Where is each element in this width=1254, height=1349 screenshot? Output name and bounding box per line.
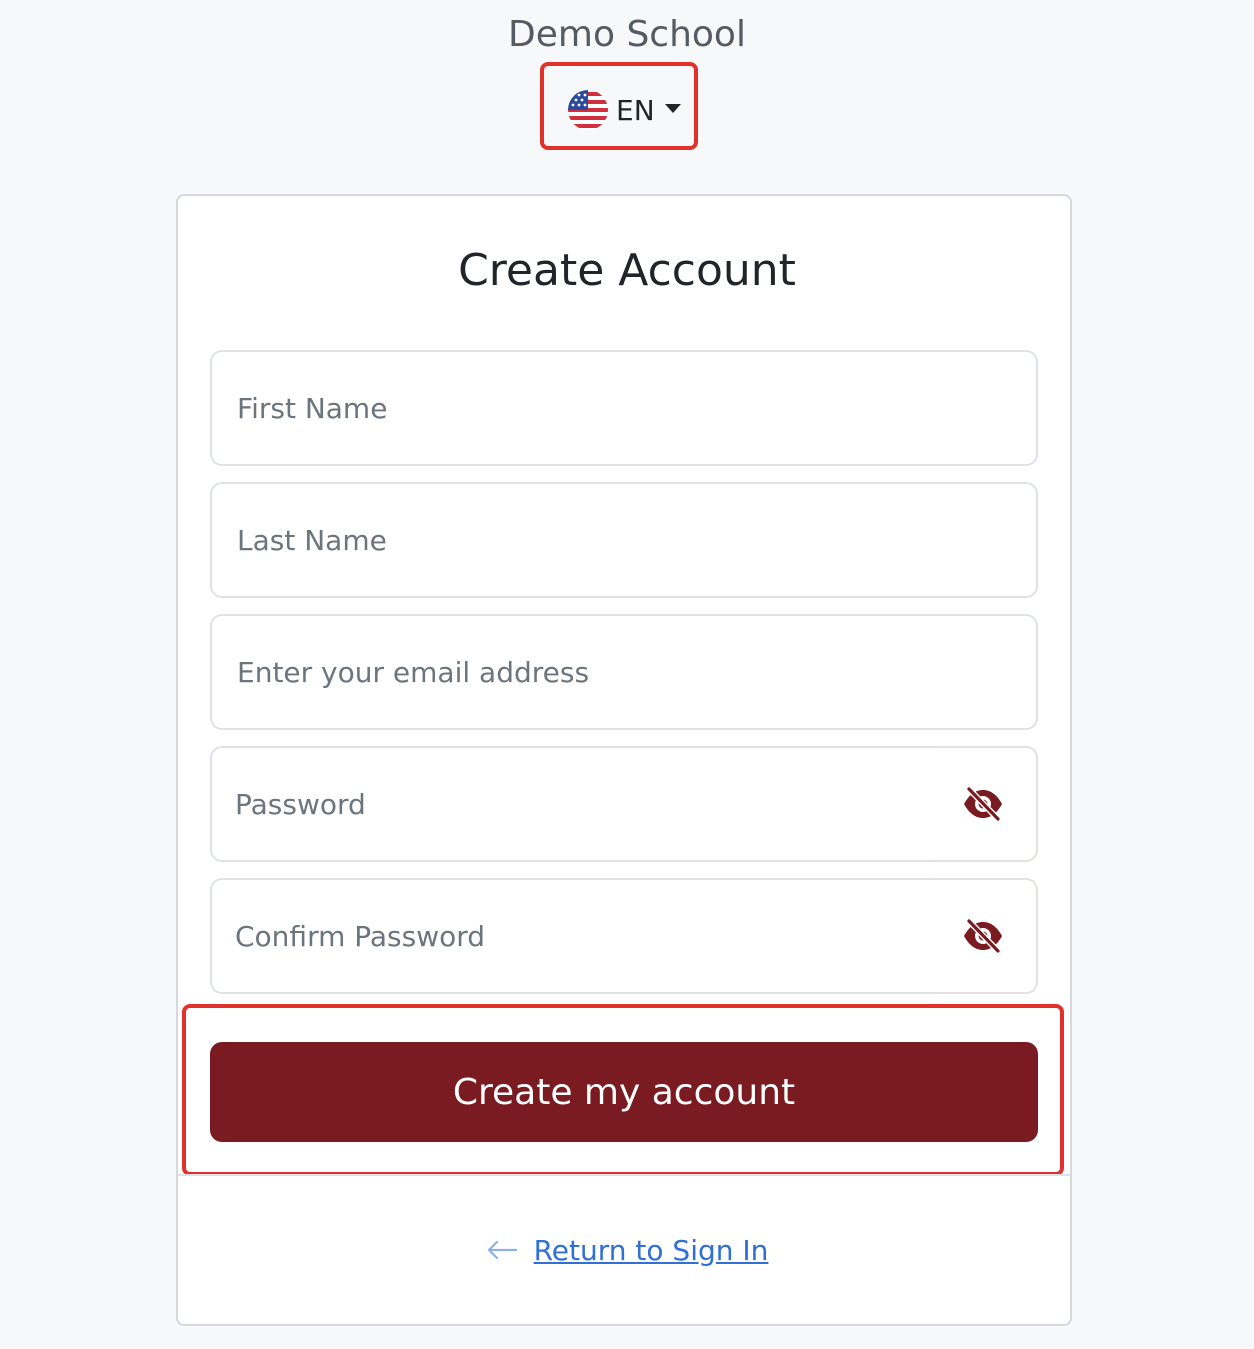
confirm-password-visibility-toggle[interactable] — [930, 878, 1038, 994]
us-flag-icon — [568, 90, 608, 130]
password-input[interactable]: Password — [210, 746, 1038, 862]
first-name-placeholder: First Name — [237, 391, 388, 425]
password-visibility-toggle[interactable] — [930, 746, 1038, 862]
email-input[interactable]: Enter your email address — [210, 614, 1038, 730]
return-to-sign-in-link[interactable]: Return to Sign In — [534, 1234, 769, 1267]
return-to-sign-in-row: Return to Sign In — [0, 1228, 1254, 1272]
confirm-password-placeholder: Confirm Password — [235, 919, 486, 953]
eye-slash-icon — [964, 786, 1002, 822]
language-code: EN — [616, 93, 655, 127]
email-placeholder: Enter your email address — [237, 655, 590, 689]
page-title: Create Account — [458, 245, 796, 296]
caret-down-icon — [664, 103, 681, 113]
last-name-placeholder: Last Name — [237, 523, 387, 557]
first-name-input[interactable]: First Name — [210, 350, 1038, 466]
password-placeholder: Password — [235, 787, 366, 821]
confirm-password-input[interactable]: Confirm Password — [210, 878, 1038, 994]
eye-slash-icon — [964, 918, 1002, 954]
language-selector[interactable]: EN — [568, 88, 681, 132]
school-name: Demo School — [508, 14, 746, 55]
last-name-input[interactable]: Last Name — [210, 482, 1038, 598]
card-divider — [178, 1174, 1070, 1176]
create-account-button[interactable]: Create my account — [210, 1042, 1038, 1142]
arrow-left-icon — [487, 1240, 517, 1260]
